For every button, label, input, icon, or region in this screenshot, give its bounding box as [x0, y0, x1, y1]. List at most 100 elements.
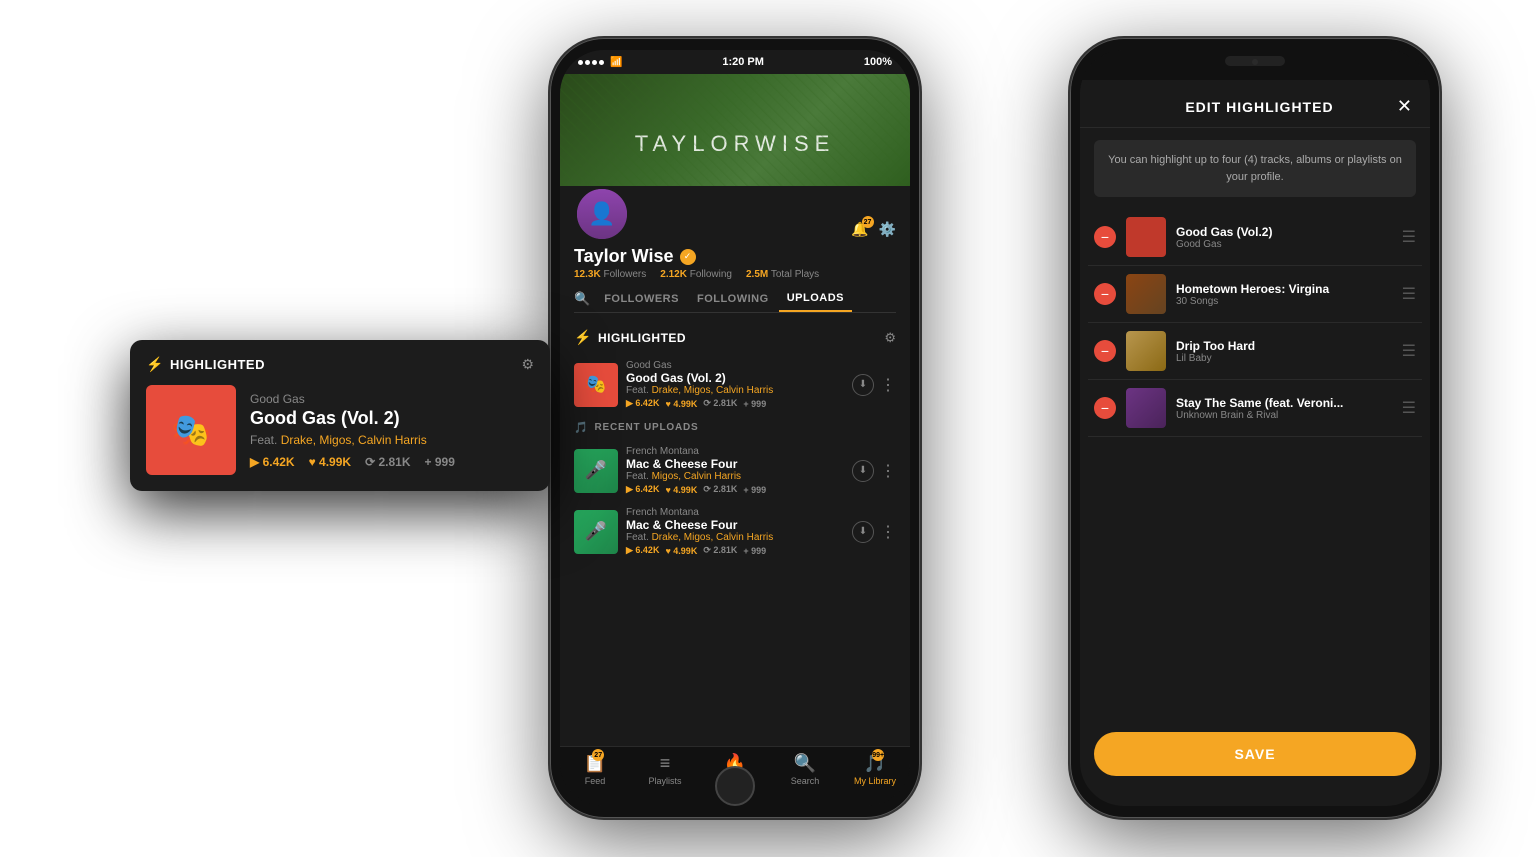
download-btn-3[interactable]: ⬇ [852, 521, 874, 543]
recent-track-2-artist: French Montana [626, 507, 844, 518]
popup-gear-icon[interactable]: ⚙ [521, 356, 534, 373]
recent-uploads-label: RECENT UPLOADS [595, 422, 699, 433]
status-bar: 📶 1:20 PM 100% [560, 50, 910, 74]
edit-track-sub-4: Unknown Brain & Rival [1176, 410, 1392, 421]
more-button[interactable]: ⋮ [880, 375, 896, 395]
edit-track-row-1[interactable]: − Good Gas (Vol.2) Good Gas ☰ [1088, 209, 1422, 266]
settings-button[interactable]: ⚙️ [879, 221, 896, 238]
right-phone: EDIT HIGHLIGHTED ✕ You can highlight up … [1070, 38, 1440, 818]
popup-feat: Feat. Drake, Migos, Calvin Harris [250, 433, 534, 447]
highlighted-track-row[interactable]: 🎭 Good Gas Good Gas (Vol. 2) Feat. Drake… [560, 354, 910, 415]
plays-label: Total Plays [771, 269, 819, 280]
edit-thumb-1 [1126, 217, 1166, 257]
edit-track-sub-1: Good Gas [1176, 239, 1392, 250]
verified-badge: ✓ [680, 249, 696, 265]
drag-handle-2[interactable]: ☰ [1402, 284, 1416, 304]
edit-track-name-2: Hometown Heroes: Virgina [1176, 282, 1392, 296]
recent-track-2-title: Mac & Cheese Four [626, 518, 844, 532]
plays-count: 2.5M [746, 269, 768, 280]
save-button[interactable]: SAVE [1094, 732, 1416, 776]
popup-reposts: ⟳ 2.81K [365, 455, 410, 469]
drag-handle-4[interactable]: ☰ [1402, 398, 1416, 418]
drag-handle-3[interactable]: ☰ [1402, 341, 1416, 361]
gear-icon[interactable]: ⚙ [884, 330, 896, 346]
edit-track-sub-2: 30 Songs [1176, 296, 1392, 307]
popup-likes: ♥ 4.99K [309, 455, 351, 469]
remove-btn-1[interactable]: − [1094, 226, 1116, 248]
track-thumb-1: 🎤 [574, 449, 618, 493]
tab-following[interactable]: FOLLOWING [689, 287, 777, 311]
profile-stats: 12.3K Followers 2.12K Following 2.5M Tot… [574, 269, 896, 280]
remove-btn-3[interactable]: − [1094, 340, 1116, 362]
edit-track-row-3[interactable]: − Drip Too Hard Lil Baby ☰ [1088, 323, 1422, 380]
popup-comments: + 999 [425, 455, 455, 469]
more-btn-3[interactable]: ⋮ [880, 522, 896, 542]
battery-display: 100% [864, 56, 892, 68]
followers-count: 12.3K [574, 269, 601, 280]
track-comments: + 999 [743, 399, 766, 409]
download-button[interactable]: ⬇ [852, 374, 874, 396]
time-display: 1:20 PM [722, 56, 764, 68]
signal-dots: 📶 [578, 57, 622, 68]
download-btn-2[interactable]: ⬇ [852, 460, 874, 482]
save-btn-area: SAVE [1094, 732, 1416, 776]
following-count: 2.12K [660, 269, 687, 280]
edit-track-row-2[interactable]: − Hometown Heroes: Virgina 30 Songs ☰ [1088, 266, 1422, 323]
track-plays: ▶ 6.42K [626, 398, 659, 409]
notification-button[interactable]: 🔔 27 [851, 221, 868, 238]
edit-info-box: You can highlight up to four (4) tracks,… [1094, 140, 1416, 197]
edit-thumb-4 [1126, 388, 1166, 428]
track-thumb-2: 🎤 [574, 510, 618, 554]
track-likes: ♥ 4.99K [665, 399, 697, 409]
edit-track-sub-3: Lil Baby [1176, 353, 1392, 364]
recent-track-1[interactable]: 🎤 French Montana Mac & Cheese Four Feat.… [560, 440, 910, 501]
edit-title: EDIT HIGHLIGHTED [1185, 99, 1333, 115]
edit-track-name-4: Stay The Same (feat. Veroni... [1176, 396, 1392, 410]
popup-lightning-icon: ⚡ [146, 356, 164, 373]
recent-track-1-feat: Feat. Migos, Calvin Harris [626, 471, 844, 482]
close-button[interactable]: ✕ [1397, 96, 1412, 117]
track-subtitle: Good Gas [626, 360, 844, 371]
popup-track-subtitle: Good Gas [250, 392, 534, 406]
remove-btn-4[interactable]: − [1094, 397, 1116, 419]
camera-dot [1252, 59, 1258, 65]
followers-label: Followers [603, 269, 646, 280]
remove-btn-2[interactable]: − [1094, 283, 1116, 305]
recent-track-1-artist: French Montana [626, 446, 844, 457]
recent-track-2-feat: Feat. Drake, Migos, Calvin Harris [626, 532, 844, 543]
profile-section: 🔔 27 ⚙️ Taylor Wise ✓ 12.3K Followers 2.… [560, 186, 910, 321]
tab-followers[interactable]: FOLLOWERS [596, 287, 687, 311]
notif-badge: 27 [862, 216, 874, 228]
highlighted-title: HIGHLIGHTED [598, 331, 686, 345]
drag-handle-1[interactable]: ☰ [1402, 227, 1416, 247]
highlighted-header: ⚡ HIGHLIGHTED ⚙ [560, 321, 910, 354]
edit-thumb-3 [1126, 331, 1166, 371]
edit-track-row-4[interactable]: − Stay The Same (feat. Veroni... Unknown… [1088, 380, 1422, 437]
edit-info-text: You can highlight up to four (4) tracks,… [1108, 154, 1402, 183]
home-button[interactable] [715, 766, 755, 806]
lightning-icon: ⚡ [574, 329, 592, 346]
nav-tabs: 🔍 FOLLOWERS FOLLOWING UPLOADS [574, 286, 896, 313]
more-btn-2[interactable]: ⋮ [880, 461, 896, 481]
right-status-bar [1080, 50, 1430, 80]
tab-uploads[interactable]: UPLOADS [779, 286, 852, 312]
popup-title-text: HIGHLIGHTED [170, 357, 265, 372]
search-icon[interactable]: 🔍 [574, 291, 590, 307]
popup-track: 🎭 Good Gas Good Gas (Vol. 2) Feat. Drake… [146, 385, 534, 475]
center-phone: 📶 1:20 PM 100% TAYLORWISE 🔔 27 ⚙️ [550, 38, 920, 818]
edit-track-name-1: Good Gas (Vol.2) [1176, 225, 1392, 239]
avatar[interactable] [574, 186, 630, 242]
popup-track-album: Good Gas (Vol. 2) [250, 408, 534, 429]
popup-plays: ▶ 6.42K [250, 455, 295, 469]
track-feat: Feat. Drake, Migos, Calvin Harris [626, 385, 844, 396]
edit-track-name-3: Drip Too Hard [1176, 339, 1392, 353]
track-thumbnail: 🎭 [574, 363, 618, 407]
recent-track-2[interactable]: 🎤 French Montana Mac & Cheese Four Feat.… [560, 501, 910, 562]
center-screen: 📶 1:20 PM 100% TAYLORWISE 🔔 27 ⚙️ [560, 50, 910, 806]
popup-card: ⚡ HIGHLIGHTED ⚙ 🎭 Good Gas Good Gas (Vol… [130, 340, 550, 491]
popup-thumbnail: 🎭 [146, 385, 236, 475]
edit-header: EDIT HIGHLIGHTED ✕ [1080, 80, 1430, 128]
profile-name: Taylor Wise [574, 246, 674, 267]
track-album: Good Gas (Vol. 2) [626, 371, 844, 385]
track-reposts: ⟳ 2.81K [703, 398, 737, 409]
